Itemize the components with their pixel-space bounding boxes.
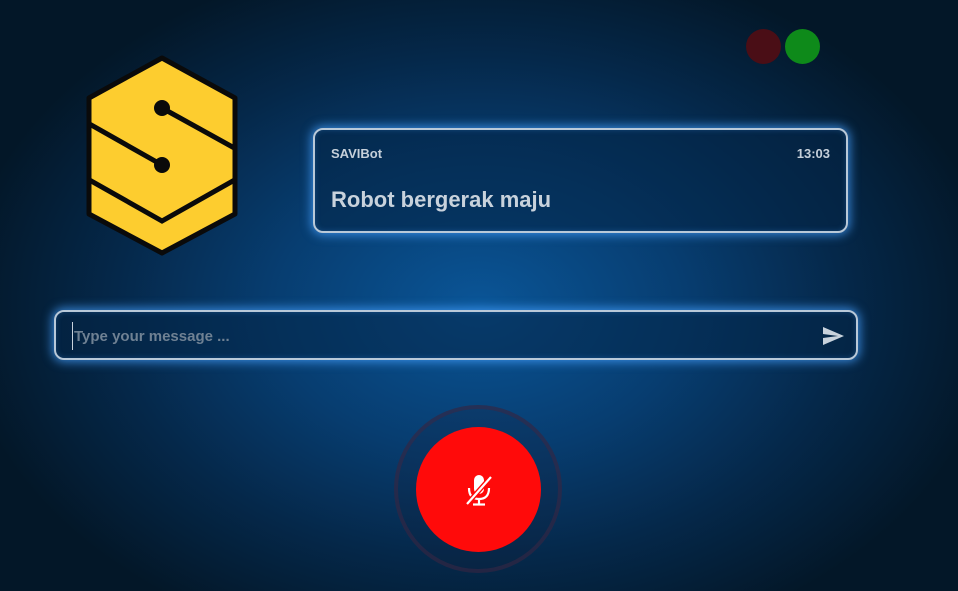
mic-toggle-button[interactable] — [416, 427, 541, 552]
message-input[interactable] — [72, 322, 796, 350]
chat-message-card: SAVIBot 13:03 Robot bergerak maju — [313, 128, 848, 233]
chat-timestamp: 13:03 — [796, 146, 830, 161]
microphone-off-icon — [465, 475, 493, 506]
status-indicator-red — [746, 29, 781, 64]
send-icon[interactable] — [820, 324, 846, 348]
status-indicator-green — [785, 29, 820, 64]
chat-message-text: Robot bergerak maju — [331, 187, 552, 212]
chat-sender: SAVIBot — [331, 146, 383, 161]
message-input-bar — [54, 310, 858, 360]
savibot-logo-icon — [86, 55, 238, 256]
